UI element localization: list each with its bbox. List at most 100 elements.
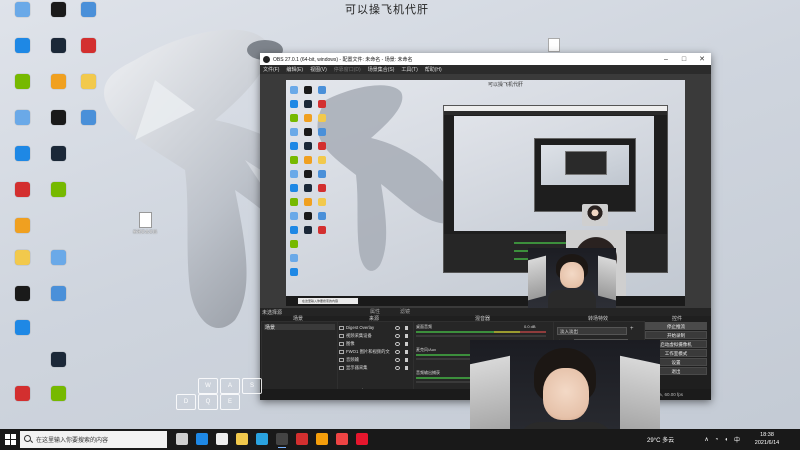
preview-app-icon <box>304 198 312 206</box>
clock-time: 18:38 <box>760 432 774 438</box>
search-placeholder: 在这里输入你要搜索的内容 <box>36 438 109 444</box>
eye-icon[interactable] <box>395 365 400 370</box>
taskbar-app-edge-icon[interactable] <box>196 433 208 445</box>
volume-slider[interactable] <box>416 335 546 337</box>
weather-widget[interactable]: 29°C 多云 <box>647 435 674 444</box>
obs-logo-icon <box>263 55 270 63</box>
source-item[interactable]: 显示器采集 <box>339 364 410 371</box>
menu-item[interactable]: 帮助(H) <box>425 66 442 73</box>
menu-item[interactable]: 停靠窗口(D) <box>334 66 361 73</box>
eye-icon[interactable] <box>395 349 400 354</box>
desktop-icon[interactable] <box>70 38 106 53</box>
menu-item[interactable]: 场景集合(S) <box>368 66 395 73</box>
source-item[interactable]: Digest Overlay <box>339 324 410 331</box>
source-item[interactable]: 音频输 <box>339 356 410 363</box>
desktop-icon[interactable] <box>4 320 40 335</box>
desktop-icon[interactable] <box>40 286 76 301</box>
taskbar-app-telegram-icon[interactable] <box>256 433 268 445</box>
start-button[interactable] <box>5 434 16 445</box>
app-icon <box>14 386 30 401</box>
app-icon <box>14 110 30 125</box>
preview-app-icon <box>304 156 312 164</box>
desktop-file-icon-2[interactable] <box>548 38 560 52</box>
taskbar-app-store-icon[interactable] <box>216 433 228 445</box>
taskbar-app-app-red-icon[interactable] <box>336 433 348 445</box>
desktop-icon[interactable] <box>40 182 76 197</box>
menu-item[interactable]: 工具(T) <box>401 66 417 73</box>
preview-canvas[interactable]: 可以操飞机代肝 在这里输入你要搜索的内容 <box>286 80 685 306</box>
preview-app-icon <box>290 226 298 234</box>
desktop-icon[interactable] <box>70 74 106 89</box>
filters-button[interactable]: 滤镜 <box>400 308 410 315</box>
source-label: 显示器采集 <box>346 364 368 370</box>
eye-icon[interactable] <box>395 341 400 346</box>
lock-icon[interactable] <box>405 333 408 338</box>
obs-titlebar[interactable]: OBS 27.0.1 (64-bit, windows) - 配置文件: 未命名… <box>260 53 711 65</box>
preview-app-icon <box>304 100 312 108</box>
desktop-icon[interactable] <box>4 74 40 89</box>
preview-app-icon <box>304 86 312 94</box>
network-icon[interactable]: ◔ <box>715 437 719 443</box>
preview-app-icon <box>290 156 298 164</box>
eye-icon[interactable] <box>395 357 400 362</box>
eye-icon[interactable] <box>395 325 400 330</box>
minimize-button[interactable]: – <box>657 53 675 65</box>
nested-inner-window <box>565 151 607 175</box>
desktop-icon[interactable] <box>70 2 106 17</box>
add-transition-button[interactable]: + <box>630 326 634 332</box>
clock[interactable]: 18:38 2021/6/14 <box>742 431 792 447</box>
desktop-icon[interactable] <box>4 218 40 233</box>
desktop-icon[interactable] <box>40 352 76 367</box>
lock-icon[interactable] <box>405 365 408 370</box>
app-icon <box>50 146 66 161</box>
menu-item[interactable]: 视图(V) <box>310 66 327 73</box>
desktop-icon[interactable] <box>4 250 40 265</box>
lock-icon[interactable] <box>405 349 408 354</box>
desktop-icon[interactable] <box>40 386 76 401</box>
menu-item[interactable]: 编辑(E) <box>286 66 303 73</box>
lock-icon[interactable] <box>405 341 408 346</box>
source-item[interactable]: 视频采集设备 <box>339 332 410 339</box>
clock-date: 2021/6/14 <box>754 440 780 446</box>
desktop-icon[interactable] <box>4 386 40 401</box>
preview-app-icon <box>290 100 298 108</box>
desktop-file[interactable]: 新建文本文档 <box>130 212 160 235</box>
eye-icon[interactable] <box>395 333 400 338</box>
properties-button[interactable]: 属性 <box>370 308 380 315</box>
control-button[interactable]: 停止推流 <box>645 322 707 330</box>
ime-icon[interactable]: 中 <box>734 435 740 444</box>
control-button[interactable]: 开始录制 <box>645 331 707 339</box>
desktop-icon[interactable] <box>4 146 40 161</box>
desktop-icon[interactable] <box>4 110 40 125</box>
source-item[interactable]: 图像 <box>339 340 410 347</box>
volume-icon[interactable]: ◖ <box>724 437 728 443</box>
taskbar-app-explorer-icon[interactable] <box>236 433 248 445</box>
taskbar-app-app-orange-icon[interactable] <box>316 433 328 445</box>
app-icon <box>14 2 30 17</box>
desktop-icon[interactable] <box>4 286 40 301</box>
app-icon <box>14 286 30 301</box>
transition-select[interactable]: 淡入淡出 <box>557 327 627 335</box>
desktop-icon[interactable] <box>40 146 76 161</box>
lock-icon[interactable] <box>405 357 408 362</box>
taskbar-app-weibo-icon[interactable] <box>356 433 368 445</box>
taskbar-app-obs-icon[interactable] <box>276 433 288 448</box>
preview-app-icon <box>318 184 326 192</box>
taskbar-search[interactable]: 在这里输入你要搜索的内容 <box>20 431 167 448</box>
desktop-icon[interactable] <box>4 38 40 53</box>
scene-item[interactable]: 场景 <box>264 324 335 331</box>
preview-app-icon <box>304 212 312 220</box>
taskbar-app-task-view-icon[interactable] <box>176 433 188 445</box>
menu-item[interactable]: 文件(F) <box>263 66 279 73</box>
taskbar-app-netease-icon[interactable] <box>296 433 308 445</box>
close-button[interactable]: ✕ <box>693 53 711 65</box>
maximize-button[interactable]: □ <box>675 53 693 65</box>
tray-chevron-icon[interactable]: ∧ <box>704 436 708 443</box>
desktop-icon[interactable] <box>4 2 40 17</box>
preview-app-icon <box>318 128 326 136</box>
desktop-icon[interactable] <box>4 182 40 197</box>
desktop-icon[interactable] <box>70 110 106 125</box>
source-item[interactable]: FWO1 图片和视频的文 <box>339 348 410 355</box>
lock-icon[interactable] <box>405 325 408 330</box>
desktop-icon[interactable] <box>40 250 76 265</box>
